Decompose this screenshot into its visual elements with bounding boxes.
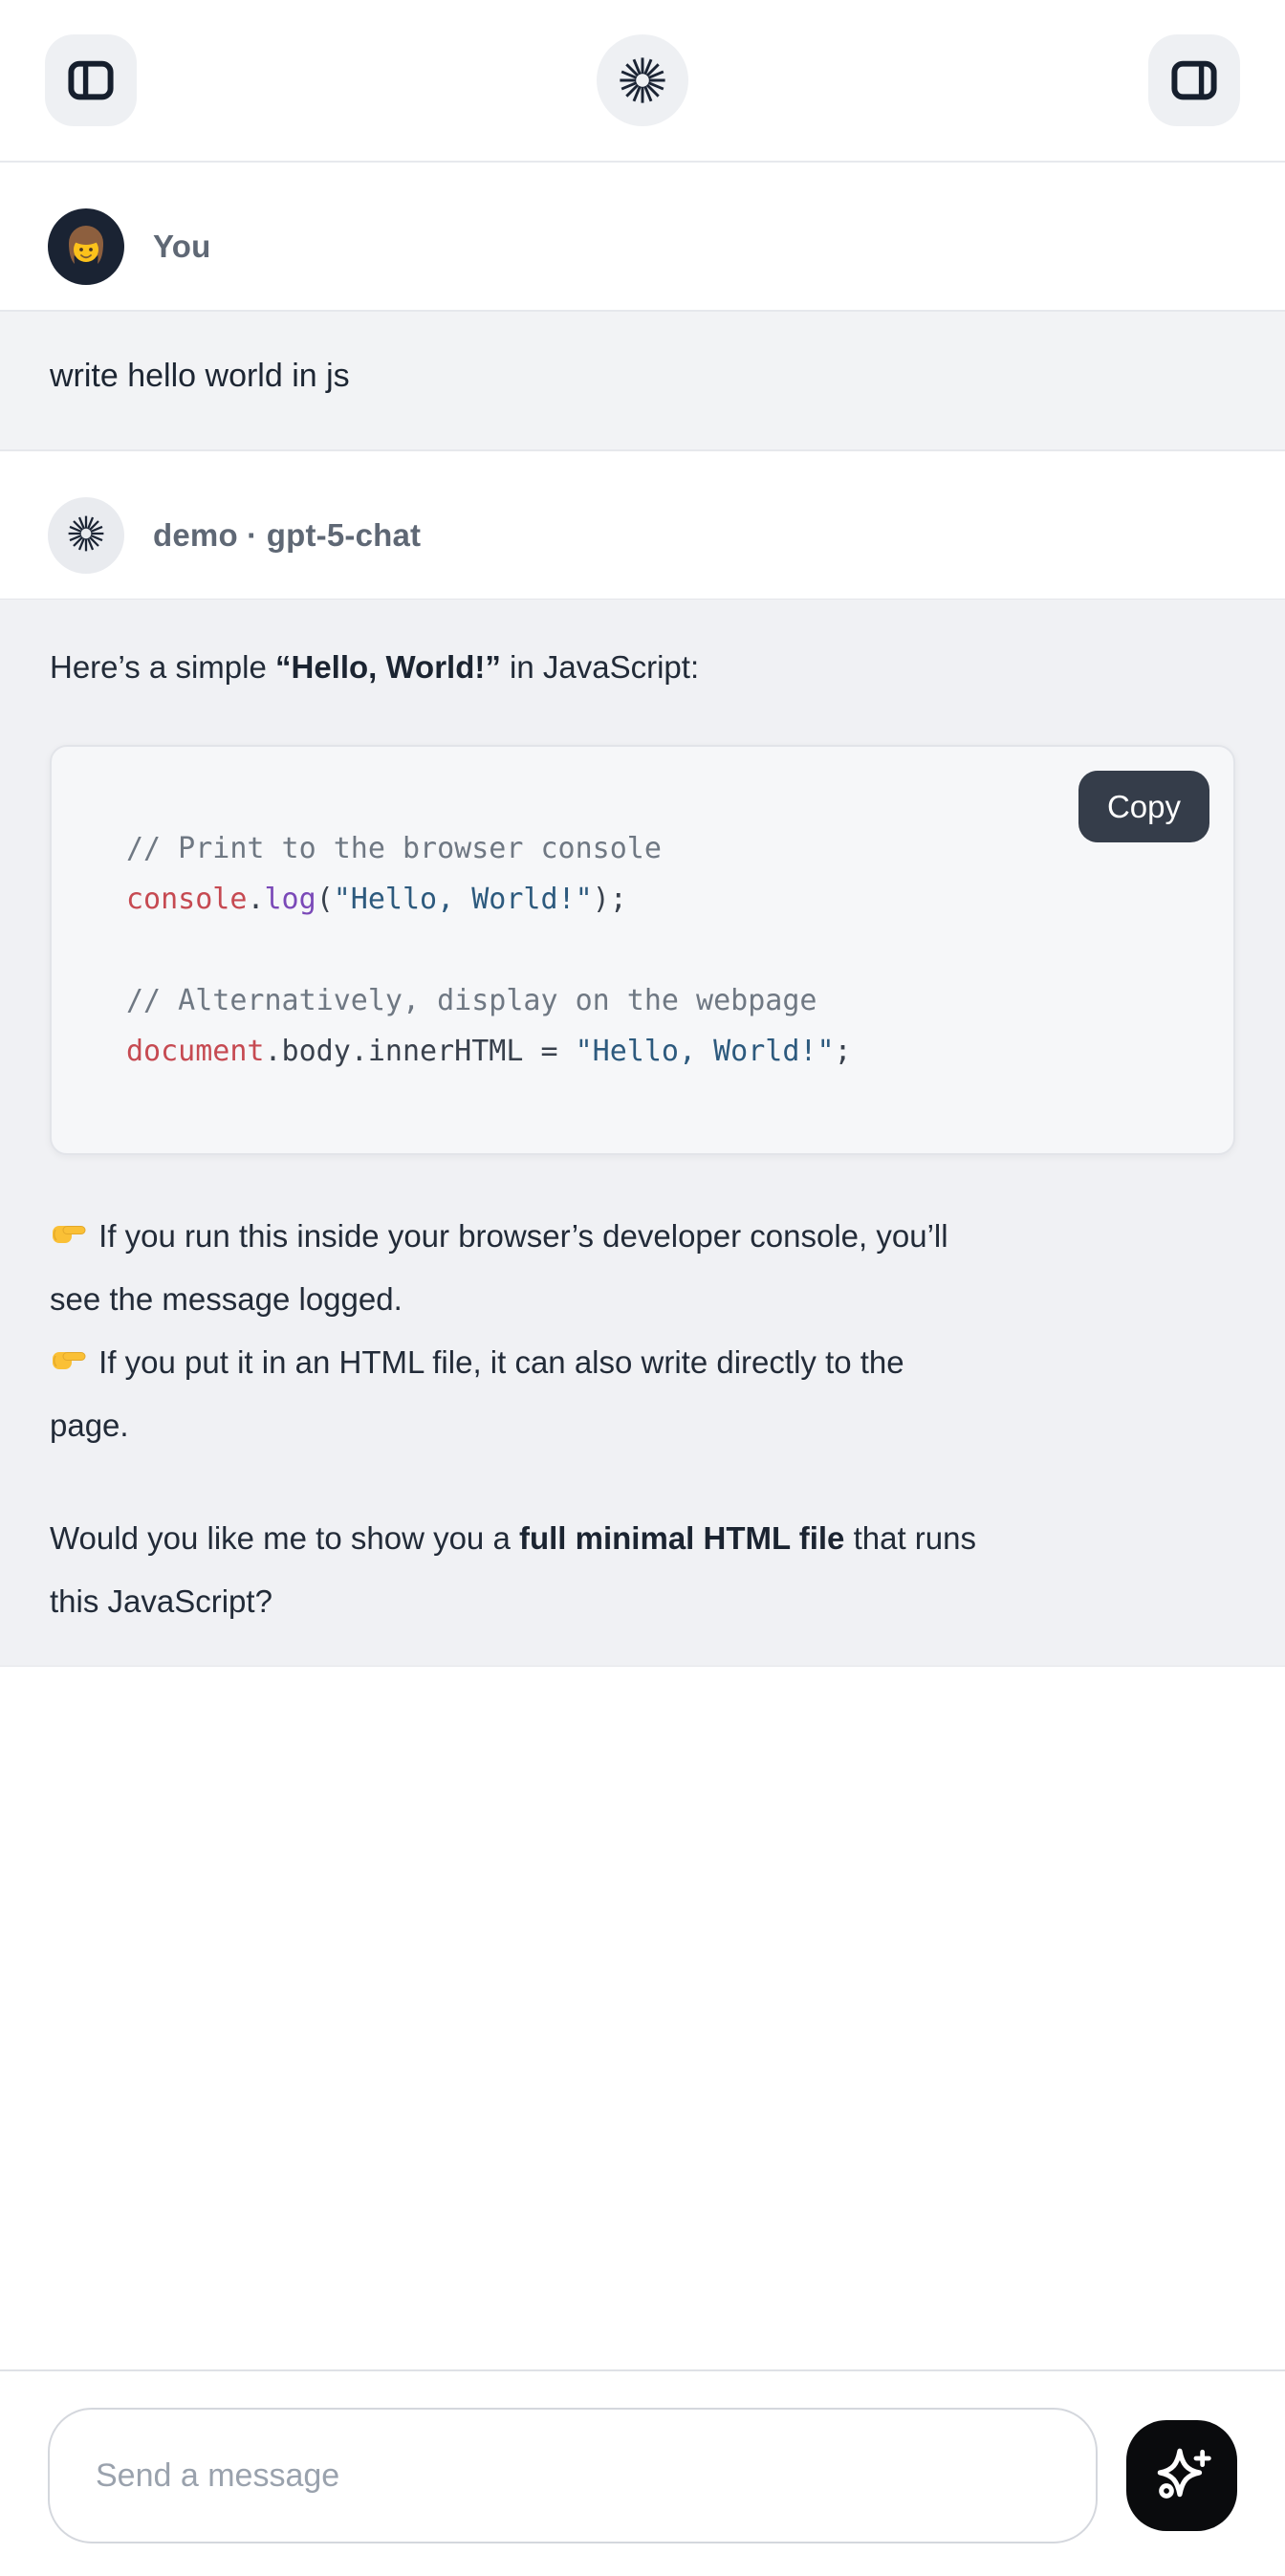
code-line [126, 925, 1195, 975]
starburst-icon [66, 513, 106, 558]
assistant-paragraph-2: Would you like me to show you a full min… [50, 1507, 1235, 1633]
code-content: // Print to the browser consoleconsole.l… [52, 747, 1233, 1153]
sidebar-left-icon [66, 55, 116, 105]
assistant-message: Here’s a simple “Hello, World!” in JavaS… [0, 599, 1285, 1667]
assistant-intro-text: Here’s a simple “Hello, World!” in JavaS… [50, 636, 1235, 699]
code-line: document.body.innerHTML = "Hello, World!… [126, 1026, 1195, 1077]
assistant-paragraph-1: If you run this inside your browser’s de… [50, 1205, 1235, 1457]
assistant-avatar [48, 497, 124, 574]
empty-chat-space [0, 1667, 1285, 2369]
top-bar [0, 0, 1285, 163]
user-avatar [48, 208, 124, 285]
assistant-message-header: demo · gpt-5-chat [0, 451, 1285, 599]
composer-bar [0, 2369, 1285, 2576]
sidebar-right-icon [1169, 55, 1219, 105]
app-logo-button[interactable] [597, 34, 688, 126]
user-message-text: write hello world in js [50, 358, 350, 394]
point-right-emoji [50, 1211, 88, 1249]
user-message: write hello world in js [0, 310, 1285, 451]
user-message-header: You [0, 163, 1285, 310]
user-sender-name: You [153, 229, 210, 265]
sparkle-icon [1150, 2443, 1213, 2509]
sidebar-toggle-button[interactable] [45, 34, 137, 126]
assistant-sender-name: demo · gpt-5-chat [153, 517, 421, 554]
code-line: // Print to the browser console [126, 823, 1195, 874]
right-panel-toggle-button[interactable] [1148, 34, 1240, 126]
starburst-logo-icon [617, 55, 668, 106]
copy-code-button[interactable]: Copy [1078, 771, 1209, 842]
chat-scroll-area: You write hello world in js [0, 163, 1285, 2369]
code-line: // Alternatively, display on the webpage [126, 975, 1195, 1026]
code-block: Copy // Print to the browser consolecons… [50, 745, 1235, 1155]
message-input[interactable] [48, 2408, 1098, 2543]
person-emoji [55, 214, 117, 280]
generate-button[interactable] [1126, 2420, 1237, 2531]
code-line: console.log("Hello, World!"); [126, 874, 1195, 925]
point-right-emoji [50, 1337, 88, 1375]
